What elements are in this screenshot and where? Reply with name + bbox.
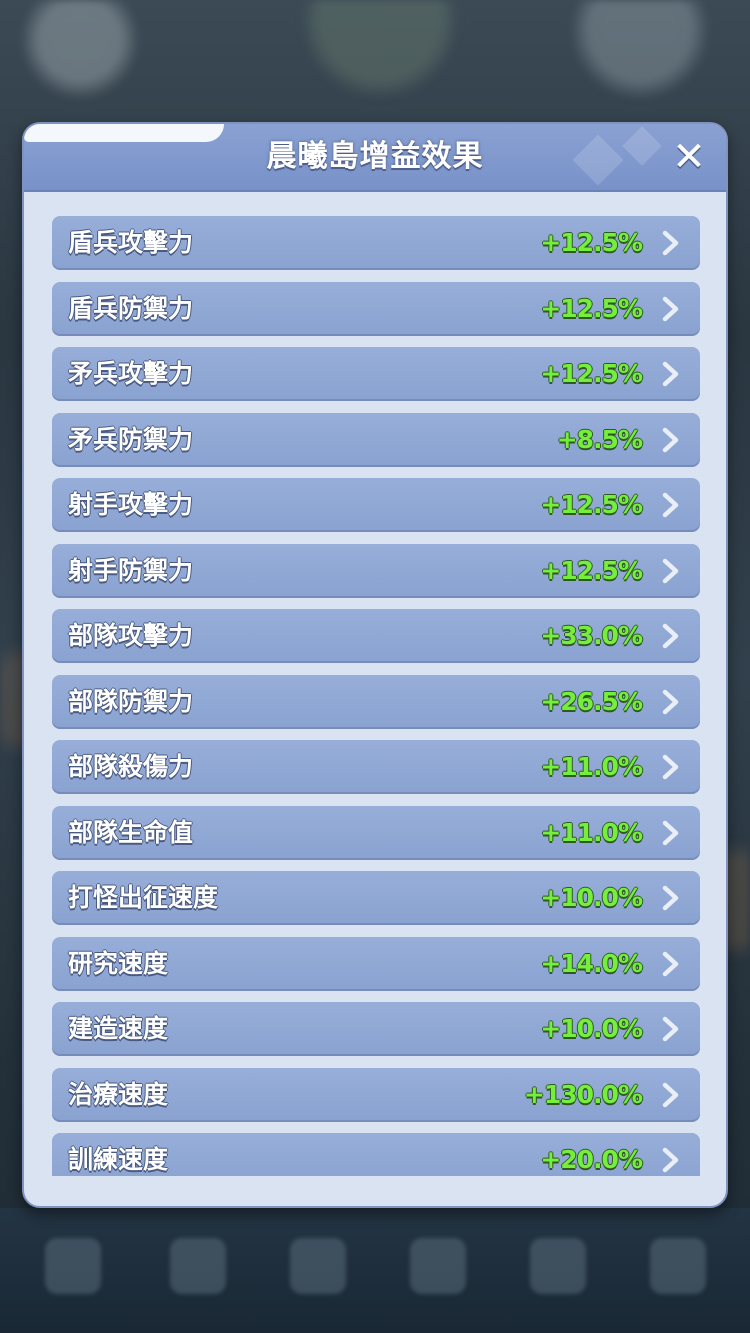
- nav-slot: [170, 1238, 226, 1294]
- buff-label: 射手攻擊力: [68, 490, 194, 519]
- buff-row[interactable]: 矛兵防禦力 +8.5%: [52, 412, 700, 467]
- chevron-right-icon[interactable]: [656, 360, 684, 388]
- buff-value: +11.0%: [540, 817, 643, 847]
- buff-effects-dialog: 晨曦島增益效果 ✕ 盾兵攻擊力 +12.5% 盾兵防禦力 +12.5% 矛兵攻擊力 +12…: [22, 122, 728, 1208]
- nav-slot: [290, 1238, 346, 1294]
- buff-label: 部隊攻擊力: [68, 621, 194, 650]
- chevron-right-icon[interactable]: [656, 819, 684, 847]
- buff-label: 研究速度: [68, 948, 169, 978]
- buff-value: +20.0%: [540, 1145, 643, 1174]
- buff-value: +11.0%: [540, 752, 643, 781]
- buff-label: 部隊生命值: [68, 817, 194, 847]
- buff-row[interactable]: 治療速度 +130.0%: [52, 1067, 700, 1122]
- chevron-right-icon[interactable]: [656, 753, 684, 781]
- buff-value: +26.5%: [540, 686, 643, 716]
- chevron-right-icon[interactable]: [656, 884, 684, 912]
- nav-slot: [410, 1238, 466, 1294]
- chevron-right-icon[interactable]: [656, 1146, 684, 1174]
- buff-value: +12.5%: [540, 555, 643, 585]
- buff-row[interactable]: 建造速度 +10.0%: [52, 1002, 700, 1056]
- chevron-right-icon[interactable]: [656, 491, 684, 519]
- buff-label: 矛兵攻擊力: [68, 359, 194, 388]
- buff-row[interactable]: 射手攻擊力 +12.5%: [52, 478, 700, 532]
- buff-label: 盾兵攻擊力: [68, 228, 194, 257]
- nav-slot: [45, 1238, 101, 1294]
- chevron-right-icon[interactable]: [656, 1081, 684, 1109]
- close-button[interactable]: ✕: [666, 134, 712, 180]
- buff-label: 矛兵防禦力: [68, 424, 194, 454]
- dialog-title: 晨曦島增益效果: [266, 139, 484, 174]
- buff-row[interactable]: 打怪出征速度 +10.0%: [52, 871, 700, 925]
- buff-row[interactable]: 部隊防禦力 +26.5%: [52, 674, 700, 729]
- buff-value: +10.0%: [540, 883, 643, 912]
- buff-value: +33.0%: [540, 621, 643, 650]
- dialog-header: 晨曦島增益效果 ✕: [24, 124, 726, 192]
- close-icon[interactable]: ✕: [672, 134, 706, 180]
- buff-label: 射手防禦力: [68, 555, 194, 585]
- chevron-right-icon[interactable]: [656, 557, 684, 585]
- buff-row[interactable]: 矛兵攻擊力 +12.5%: [52, 347, 700, 401]
- buff-value: +12.5%: [540, 359, 643, 388]
- buff-row[interactable]: 射手防禦力 +12.5%: [52, 543, 700, 598]
- chevron-right-icon[interactable]: [656, 295, 684, 323]
- chevron-right-icon[interactable]: [656, 950, 684, 978]
- chevron-right-icon[interactable]: [656, 622, 684, 650]
- chevron-right-icon[interactable]: [656, 426, 684, 454]
- buff-row[interactable]: 訓練速度 +20.0%: [52, 1133, 700, 1176]
- buff-row[interactable]: 部隊攻擊力 +33.0%: [52, 609, 700, 663]
- buff-value: +14.0%: [540, 948, 643, 978]
- buff-row[interactable]: 研究速度 +14.0%: [52, 936, 700, 991]
- buff-label: 盾兵防禦力: [68, 293, 194, 323]
- buff-row[interactable]: 部隊生命值 +11.0%: [52, 805, 700, 860]
- buff-list[interactable]: 盾兵攻擊力 +12.5% 盾兵防禦力 +12.5% 矛兵攻擊力 +12.5% 矛兵防禦力 +8…: [52, 216, 700, 1176]
- nav-slot: [650, 1238, 706, 1294]
- buff-value: +10.0%: [540, 1014, 643, 1043]
- buff-label: 打怪出征速度: [68, 883, 219, 912]
- nav-slot: [530, 1238, 586, 1294]
- chevron-right-icon[interactable]: [656, 229, 684, 257]
- buff-value: +8.5%: [556, 424, 643, 454]
- buff-value: +12.5%: [540, 228, 643, 257]
- buff-label: 部隊防禦力: [68, 686, 194, 716]
- buff-label: 建造速度: [68, 1014, 169, 1043]
- buff-value: +12.5%: [540, 293, 643, 323]
- buff-label: 治療速度: [68, 1079, 169, 1109]
- chevron-right-icon[interactable]: [656, 688, 684, 716]
- buff-label: 部隊殺傷力: [68, 752, 194, 781]
- buff-value: +12.5%: [540, 490, 643, 519]
- buff-label: 訓練速度: [68, 1145, 169, 1174]
- blurred-bottom-nav: [0, 1208, 750, 1333]
- buff-row[interactable]: 部隊殺傷力 +11.0%: [52, 740, 700, 794]
- buff-row[interactable]: 盾兵攻擊力 +12.5%: [52, 216, 700, 270]
- buff-row[interactable]: 盾兵防禦力 +12.5%: [52, 281, 700, 336]
- buff-value: +130.0%: [523, 1079, 643, 1109]
- chevron-right-icon[interactable]: [656, 1015, 684, 1043]
